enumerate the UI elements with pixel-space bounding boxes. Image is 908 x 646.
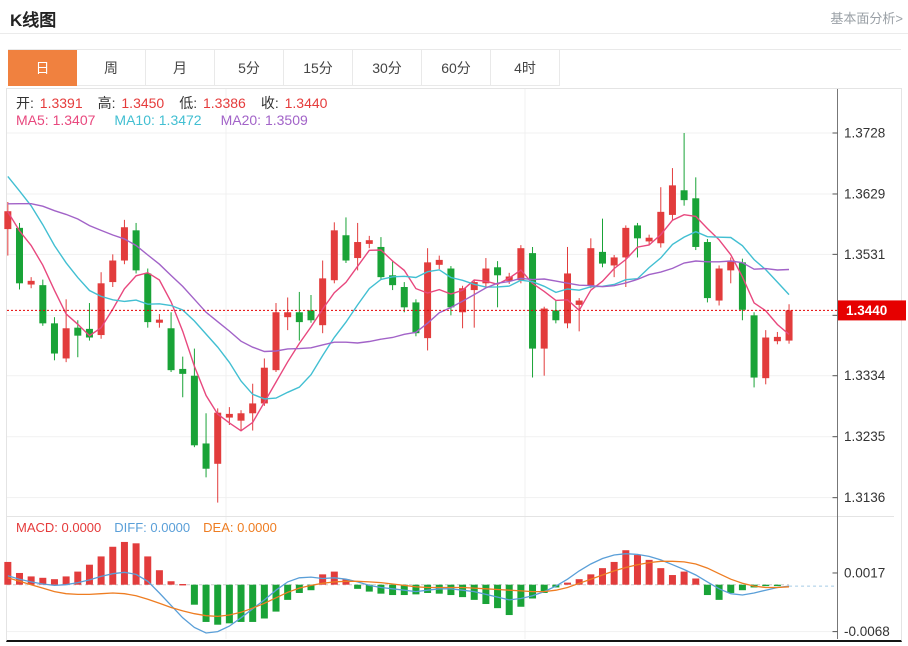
ma-ma10-label: MA10:: [114, 112, 154, 128]
tab-60min[interactable]: 60分: [422, 50, 491, 86]
tab-15min[interactable]: 15分: [284, 50, 353, 86]
kline-widget: K线图 基本面分析> 日周月5分15分30分60分4时 1.37281.3629…: [0, 0, 908, 646]
macd-dea-value: 0.0000: [233, 520, 276, 535]
macd-diff: DIFF: 0.0000: [114, 520, 190, 535]
ohlc-high-label: 高:: [98, 95, 116, 111]
macd-macd-value: 0.0000: [58, 520, 101, 535]
header-divider: [0, 33, 908, 34]
ma-readout: MA5: 1.3407 MA10: 1.3472 MA20: 1.3509: [16, 112, 327, 128]
ohlc-high: 高: 1.3450: [98, 93, 165, 113]
macd-macd: MACD: 0.0000: [16, 520, 101, 535]
macd-diff-value: 0.0000: [147, 520, 190, 535]
tab-day[interactable]: 日: [8, 50, 77, 86]
ohlc-close: 收: 1.3440: [261, 93, 328, 113]
ohlc-close-label: 收:: [261, 95, 279, 111]
macd-diff-label: DIFF:: [114, 520, 147, 535]
tab-week[interactable]: 周: [77, 50, 146, 86]
ma-ma20-value: 1.3509: [261, 112, 308, 128]
fundamental-analysis-link[interactable]: 基本面分析>: [830, 8, 903, 27]
ohlc-open-value: 1.3391: [36, 95, 83, 111]
macd-dea-label: DEA:: [203, 520, 233, 535]
ohlc-readout: 开: 1.3391 高: 1.3450 低: 1.3386 收: 1.3440: [16, 93, 342, 113]
ohlc-open-label: 开:: [16, 95, 34, 111]
tab-month[interactable]: 月: [146, 50, 215, 86]
ma-ma10: MA10: 1.3472: [114, 112, 201, 128]
ma-ma20: MA20: 1.3509: [221, 112, 308, 128]
chart-frame: [6, 88, 902, 642]
ohlc-low-label: 低:: [179, 95, 197, 111]
ohlc-close-value: 1.3440: [281, 95, 328, 111]
ma-ma10-value: 1.3472: [155, 112, 202, 128]
macd-dea: DEA: 0.0000: [203, 520, 277, 535]
page-title: K线图: [10, 6, 56, 31]
tab-5min[interactable]: 5分: [215, 50, 284, 86]
period-tabbar: 日周月5分15分30分60分4时: [8, 49, 901, 87]
ohlc-low-value: 1.3386: [199, 95, 246, 111]
macd-macd-label: MACD:: [16, 520, 58, 535]
ohlc-high-value: 1.3450: [118, 95, 165, 111]
ohlc-open: 开: 1.3391: [16, 93, 83, 113]
ma-ma5: MA5: 1.3407: [16, 112, 95, 128]
tab-30min[interactable]: 30分: [353, 50, 422, 86]
ma-ma5-value: 1.3407: [49, 112, 96, 128]
macd-readout: MACD: 0.0000DIFF: 0.0000DEA: 0.0000: [16, 520, 290, 535]
ma-ma5-label: MA5:: [16, 112, 49, 128]
ma-ma20-label: MA20:: [221, 112, 261, 128]
ohlc-low: 低: 1.3386: [179, 93, 246, 113]
tab-4hour[interactable]: 4时: [491, 50, 560, 86]
